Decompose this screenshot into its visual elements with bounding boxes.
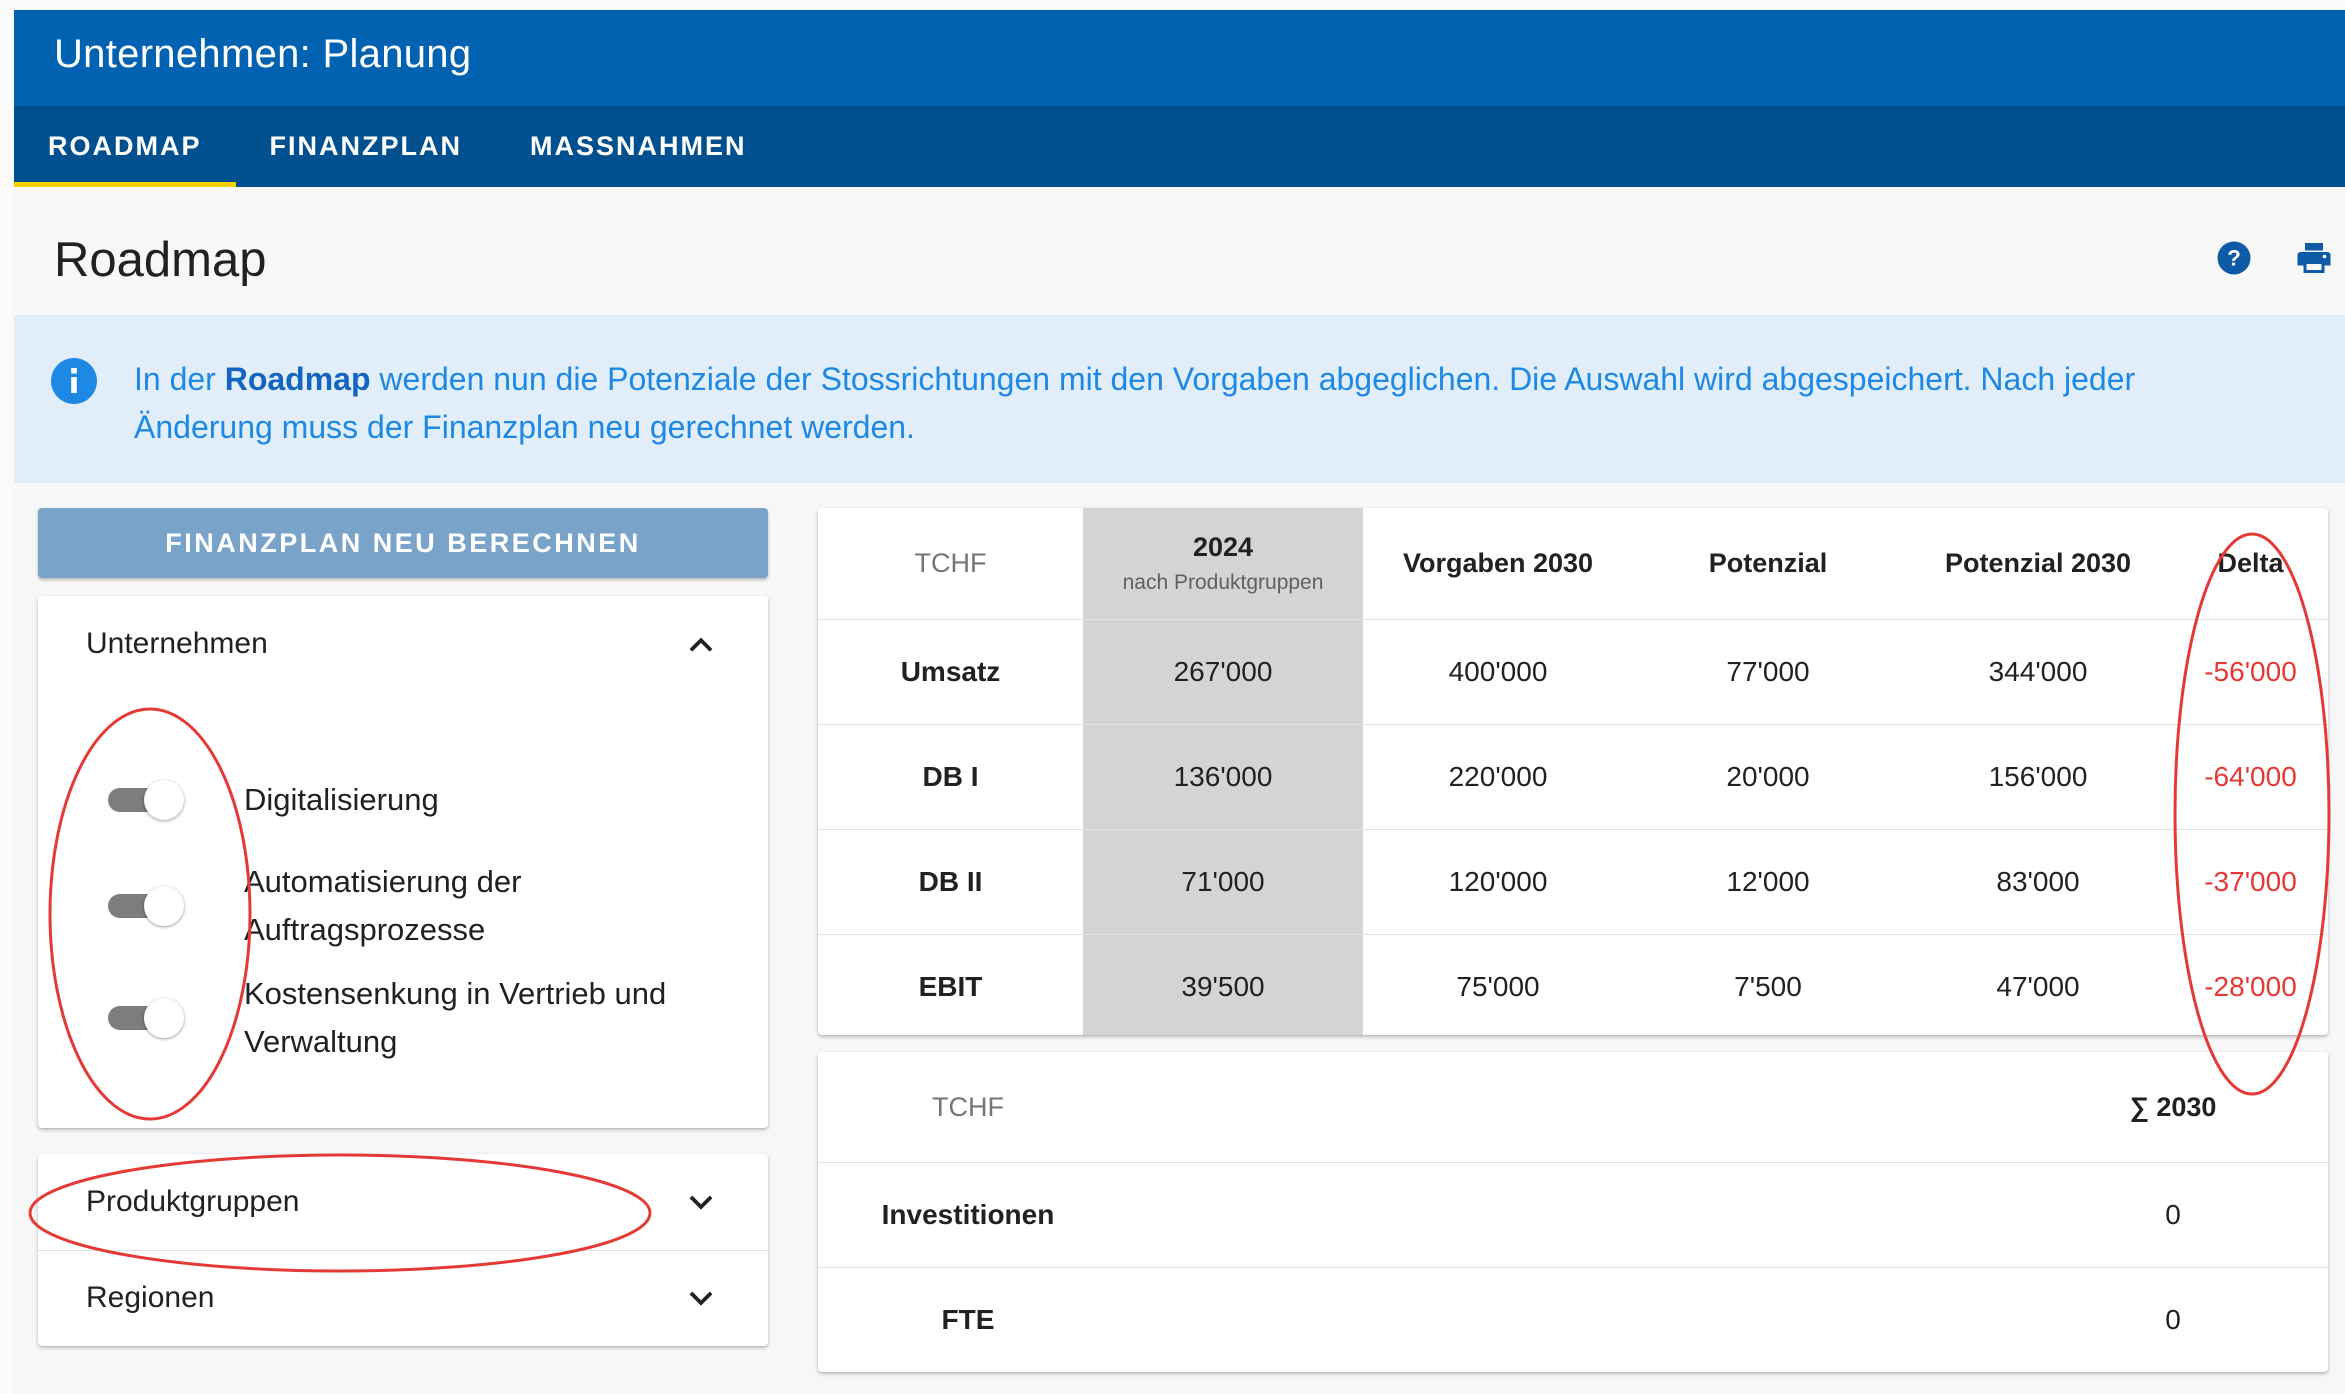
row-label-db1: DB I	[818, 724, 1083, 830]
cell-potenzial2030: 47'000	[1996, 971, 2080, 1002]
cell-2024: 71'000	[1083, 829, 1363, 935]
kpi-col-2024-sublabel: nach Produktgruppen	[1122, 571, 1324, 594]
cell-2024: 267'000	[1083, 619, 1363, 725]
sum-unit-header: TCHF	[818, 1052, 1118, 1163]
cell-potenzial: 12'000	[1633, 829, 1903, 935]
table-row: EBIT 39'500 75'000 7'500 47'000 -28'000	[818, 934, 2328, 1035]
toggle-knob	[144, 780, 184, 820]
sum-table-header-row: TCHF ∑ 2030	[818, 1052, 2328, 1163]
cell-delta: -64'000	[2173, 724, 2328, 830]
info-circle-icon	[51, 358, 97, 404]
kpi-col-2024-header: 2024 nach Produktgruppen	[1083, 508, 1363, 620]
toggle-row-digitalisierung[interactable]: Digitalisierung	[108, 776, 708, 824]
cell-potenzial2030: 344'000	[1903, 619, 2173, 725]
row-label-fte: FTE	[941, 1304, 995, 1335]
kpi-col-delta-header: Delta	[2173, 508, 2328, 620]
sum-table: TCHF ∑ 2030 Investitionen 0 FTE 0	[818, 1052, 2328, 1372]
kpi-col-potenzial-header: Potenzial	[1633, 508, 1903, 620]
kpi-col-vorgaben-header: Vorgaben 2030	[1363, 508, 1633, 620]
table-row: Umsatz 267'000 400'000 77'000 344'000 -5…	[818, 619, 2328, 725]
cell-2024: 136'000	[1083, 724, 1363, 830]
toggle-label-kostensenkung: Kostensenkung in Vertrieb und Verwaltung	[244, 976, 667, 1059]
recalculate-finanzplan-button[interactable]: FINANZPLAN NEU BERECHNEN	[38, 508, 768, 578]
panel-produktgruppen-label: Produktgruppen	[86, 1185, 300, 1218]
info-text-before: In der	[134, 361, 225, 397]
info-banner: In der Roadmap werden nun die Potenziale…	[14, 315, 2345, 483]
kpi-table: TCHF 2024 nach Produktgruppen Vorgaben 2…	[818, 508, 2328, 1035]
svg-text:?: ?	[2227, 246, 2241, 271]
info-text-bold: Roadmap	[224, 361, 371, 397]
table-row: DB I 136'000 220'000 20'000 156'000 -64'…	[818, 724, 2328, 830]
panel-produktgruppen-header[interactable]: Produktgruppen	[38, 1154, 768, 1250]
cell-delta: -28'000	[2204, 971, 2297, 1002]
table-row: DB II 71'000 120'000 12'000 83'000 -37'0…	[818, 829, 2328, 935]
sum-spacer-header	[1118, 1052, 2018, 1163]
kpi-table-header-row: TCHF 2024 nach Produktgruppen Vorgaben 2…	[818, 508, 2328, 620]
toggle-switch-kostensenkung[interactable]	[108, 998, 190, 1038]
row-label-db2: DB II	[818, 829, 1083, 935]
panel-regionen-label: Regionen	[86, 1281, 215, 1314]
tab-massnahmen[interactable]: MASSNAHMEN	[496, 106, 781, 187]
cell-vorgaben: 120'000	[1363, 829, 1633, 935]
toggle-label-digitalisierung: Digitalisierung	[244, 782, 439, 817]
cell-delta: -56'000	[2173, 619, 2328, 725]
cell-vorgaben: 400'000	[1363, 619, 1633, 725]
sum-table-card: TCHF ∑ 2030 Investitionen 0 FTE 0	[818, 1052, 2328, 1372]
cell-delta: -37'000	[2173, 829, 2328, 935]
cell-potenzial: 77'000	[1633, 619, 1903, 725]
cell-2024: 39'500	[1083, 934, 1363, 1035]
app-header: Unternehmen: Planung	[14, 10, 2345, 106]
cell-potenzial2030: 156'000	[1903, 724, 2173, 830]
help-circle-icon[interactable]: ?	[2216, 240, 2252, 276]
cell-vorgaben: 75'000	[1456, 971, 1540, 1002]
kpi-unit-header: TCHF	[818, 508, 1083, 620]
toggle-switch-automatisierung[interactable]	[108, 886, 190, 926]
printer-icon[interactable]	[2296, 240, 2332, 276]
row-label-umsatz: Umsatz	[818, 619, 1083, 725]
toggle-knob	[144, 998, 184, 1038]
row-label-ebit: EBIT	[918, 971, 983, 1002]
tab-bar: ROADMAP FINANZPLAN MASSNAHMEN	[14, 106, 2345, 187]
chevron-down-icon[interactable]	[686, 1187, 716, 1217]
toggle-label-automatisierung: Automatisierung der Auftragsprozesse	[244, 864, 522, 947]
toggle-row-automatisierung[interactable]: Automatisierung der Auftragsprozesse	[108, 858, 708, 954]
app-title: Unternehmen: Planung	[54, 32, 472, 76]
panel-unternehmen-header[interactable]: Unternehmen	[38, 596, 768, 692]
chevron-down-icon[interactable]	[686, 1283, 716, 1313]
sum-col-2030-header: ∑ 2030	[2018, 1052, 2328, 1163]
cell-sum-2030: 0	[2165, 1304, 2181, 1335]
tab-roadmap[interactable]: ROADMAP	[14, 106, 236, 187]
app-window: Unternehmen: Planung ROADMAP FINANZPLAN …	[14, 10, 2345, 1394]
kpi-col-2024-label: 2024	[1192, 532, 1254, 562]
table-row: FTE 0	[818, 1268, 2328, 1373]
panel-unternehmen-label: Unternehmen	[86, 627, 268, 660]
toggle-switch-digitalisierung[interactable]	[108, 780, 190, 820]
panel-unternehmen: Unternehmen Digitalisierung Automatisier…	[38, 596, 768, 1128]
cell-sum-2030: 0	[2018, 1162, 2328, 1268]
table-row: Investitionen 0	[818, 1162, 2328, 1268]
toggle-knob	[144, 886, 184, 926]
chevron-up-icon[interactable]	[686, 629, 716, 659]
cell-potenzial: 20'000	[1633, 724, 1903, 830]
sum-spacer-cell	[1118, 1162, 2018, 1268]
kpi-col-potenzial2030-header: Potenzial 2030	[1903, 508, 2173, 620]
cell-potenzial: 7'500	[1734, 971, 1802, 1002]
panel-group-collapsed: Produktgruppen Regionen	[38, 1154, 768, 1346]
cell-potenzial2030: 83'000	[1903, 829, 2173, 935]
info-text-after: werden nun die Potenziale der Stossricht…	[134, 361, 2136, 445]
tab-finanzplan[interactable]: FINANZPLAN	[236, 106, 496, 187]
cell-vorgaben: 220'000	[1363, 724, 1633, 830]
toggle-row-kostensenkung[interactable]: Kostensenkung in Vertrieb und Verwaltung	[108, 970, 708, 1066]
row-label-investitionen: Investitionen	[818, 1162, 1118, 1268]
info-message: In der Roadmap werden nun die Potenziale…	[134, 355, 2274, 451]
panel-regionen-header[interactable]: Regionen	[38, 1250, 768, 1346]
sum-spacer-cell	[1118, 1268, 2018, 1373]
page-title: Roadmap	[54, 233, 267, 287]
kpi-table-card: TCHF 2024 nach Produktgruppen Vorgaben 2…	[818, 508, 2328, 1035]
